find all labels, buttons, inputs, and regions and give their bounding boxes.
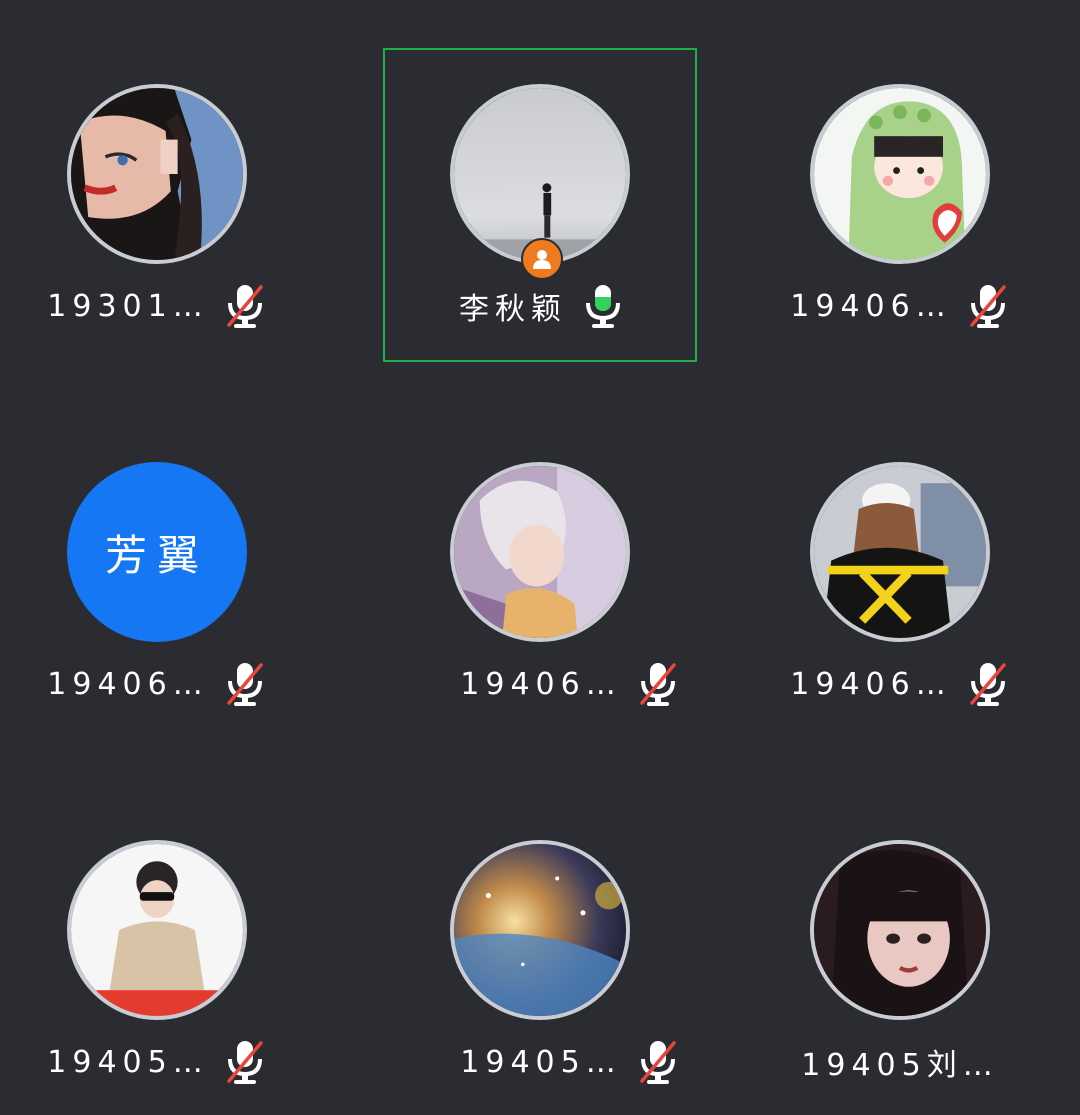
participant-tile[interactable]: 19405刘… (720, 804, 1034, 1115)
participant-name: 19406… (790, 666, 952, 702)
participant-tile[interactable]: 19405… (0, 804, 314, 1115)
participant-name: 19405刘… (801, 1048, 999, 1083)
avatar (450, 84, 630, 264)
participant-name: 19405… (460, 1044, 622, 1080)
participant-name: 19405… (47, 1044, 209, 1080)
participant-label-row: 19405… (0, 1040, 314, 1084)
participant-tile[interactable]: 19406… (720, 426, 1034, 740)
participant-name: 19406… (460, 666, 622, 702)
participant-label-row: 19406… (720, 284, 1080, 328)
mic-muted-icon[interactable] (636, 661, 680, 707)
participant-label-row: 19406… (0, 662, 314, 706)
avatar (810, 840, 990, 1020)
host-user-icon (533, 250, 551, 269)
participant-label-row: 19405… (413, 1040, 727, 1084)
participant-tile[interactable]: 19405… (373, 804, 687, 1115)
participant-label-row: 19406… (413, 662, 727, 706)
avatar (67, 84, 247, 264)
avatar (450, 462, 630, 642)
mic-muted-icon[interactable] (223, 283, 267, 329)
mic-muted-icon[interactable] (966, 283, 1010, 329)
avatar-text: 芳翼 (67, 462, 247, 642)
participant-label-row: 李秋颖 (385, 284, 699, 328)
mic-speaking-icon[interactable] (581, 283, 625, 329)
host-badge (521, 238, 563, 280)
participant-name: 19406… (47, 666, 209, 702)
mic-muted-icon[interactable] (966, 661, 1010, 707)
participant-name: 李秋颖 (459, 292, 567, 327)
participant-name: 19301… (47, 288, 209, 324)
participant-name: 19406… (790, 288, 952, 324)
participant-tile[interactable]: 芳翼 19406… (0, 426, 314, 740)
participant-tile[interactable]: 19406… (720, 48, 1034, 362)
participant-tile[interactable]: 19301… (0, 48, 314, 362)
avatar (67, 840, 247, 1020)
participant-label-row: 19406… (720, 662, 1080, 706)
avatar (450, 840, 630, 1020)
mic-muted-icon[interactable] (223, 661, 267, 707)
participant-label-row: 19405刘… (720, 1040, 1080, 1084)
avatar (810, 84, 990, 264)
mic-muted-icon[interactable] (636, 1039, 680, 1085)
participant-grid: 19301… 李秋颖 19406… 芳翼 19406… 19406… 19406… (0, 0, 1080, 1115)
avatar (810, 462, 990, 642)
participant-tile[interactable]: 19406… (373, 426, 687, 740)
mic-muted-icon[interactable] (223, 1039, 267, 1085)
participant-label-row: 19301… (0, 284, 314, 328)
participant-tile-active[interactable]: 李秋颖 (383, 48, 697, 362)
